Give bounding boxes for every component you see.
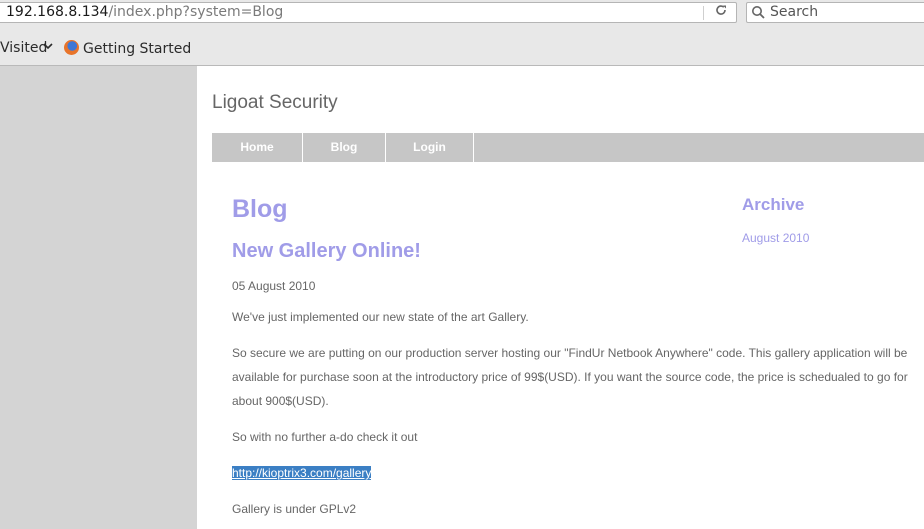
gallery-link[interactable]: http://kioptrix3.com/gallery — [232, 466, 372, 480]
nav-blog[interactable]: Blog — [303, 133, 386, 162]
search-icon — [752, 6, 765, 19]
url-text: 192.168.8.134/index.php?system=Blog — [6, 3, 283, 22]
browser-toolbar: 192.168.8.134/index.php?system=Blog Sear… — [0, 0, 924, 32]
url-path: /index.php?system=Blog — [108, 4, 284, 20]
page-title: Blog — [232, 195, 288, 223]
nav-home[interactable]: Home — [212, 133, 303, 162]
bookmark-label: Getting Started — [83, 41, 192, 57]
nav-bar: Home Blog Login — [212, 133, 924, 162]
search-bar[interactable]: Search — [746, 2, 924, 23]
archive-link-august-2010[interactable]: August 2010 — [742, 231, 809, 245]
post-paragraph-2-line: So secure we are putting on our producti… — [232, 346, 908, 360]
bookmarks-toolbar: Visited Getting Started — [0, 32, 924, 66]
post-paragraph-2: So secure we are putting on our producti… — [232, 341, 908, 413]
post-paragraph-1: We've just implemented our new state of … — [232, 310, 529, 324]
post-paragraph-2-line: available for purchase soon at the intro… — [232, 370, 908, 384]
post-paragraph-3: So with no further a-do check it out — [232, 430, 418, 444]
post-paragraph-2-line: about 900$(USD). — [232, 394, 329, 408]
nav-login[interactable]: Login — [386, 133, 474, 162]
post-date: 05 August 2010 — [232, 279, 316, 293]
chevron-down-icon[interactable] — [43, 43, 53, 50]
firefox-icon — [64, 40, 79, 55]
search-placeholder: Search — [770, 4, 819, 20]
url-separator — [703, 6, 704, 20]
reload-icon[interactable] — [711, 3, 731, 22]
post-title: New Gallery Online! — [232, 240, 421, 262]
web-page: Ligoat Security Home Blog Login Blog New… — [197, 66, 924, 529]
bookmark-most-visited[interactable]: Visited — [0, 40, 47, 56]
url-bar[interactable]: 192.168.8.134/index.php?system=Blog — [0, 2, 737, 23]
bookmark-getting-started[interactable]: Getting Started — [64, 40, 191, 57]
post-paragraph-4: Gallery is under GPLv2 — [232, 502, 357, 516]
site-title: Ligoat Security — [212, 92, 338, 113]
url-host: 192.168.8.134 — [6, 4, 109, 20]
post-link-row: http://kioptrix3.com/gallery — [232, 461, 372, 485]
archive-heading: Archive — [742, 195, 805, 214]
